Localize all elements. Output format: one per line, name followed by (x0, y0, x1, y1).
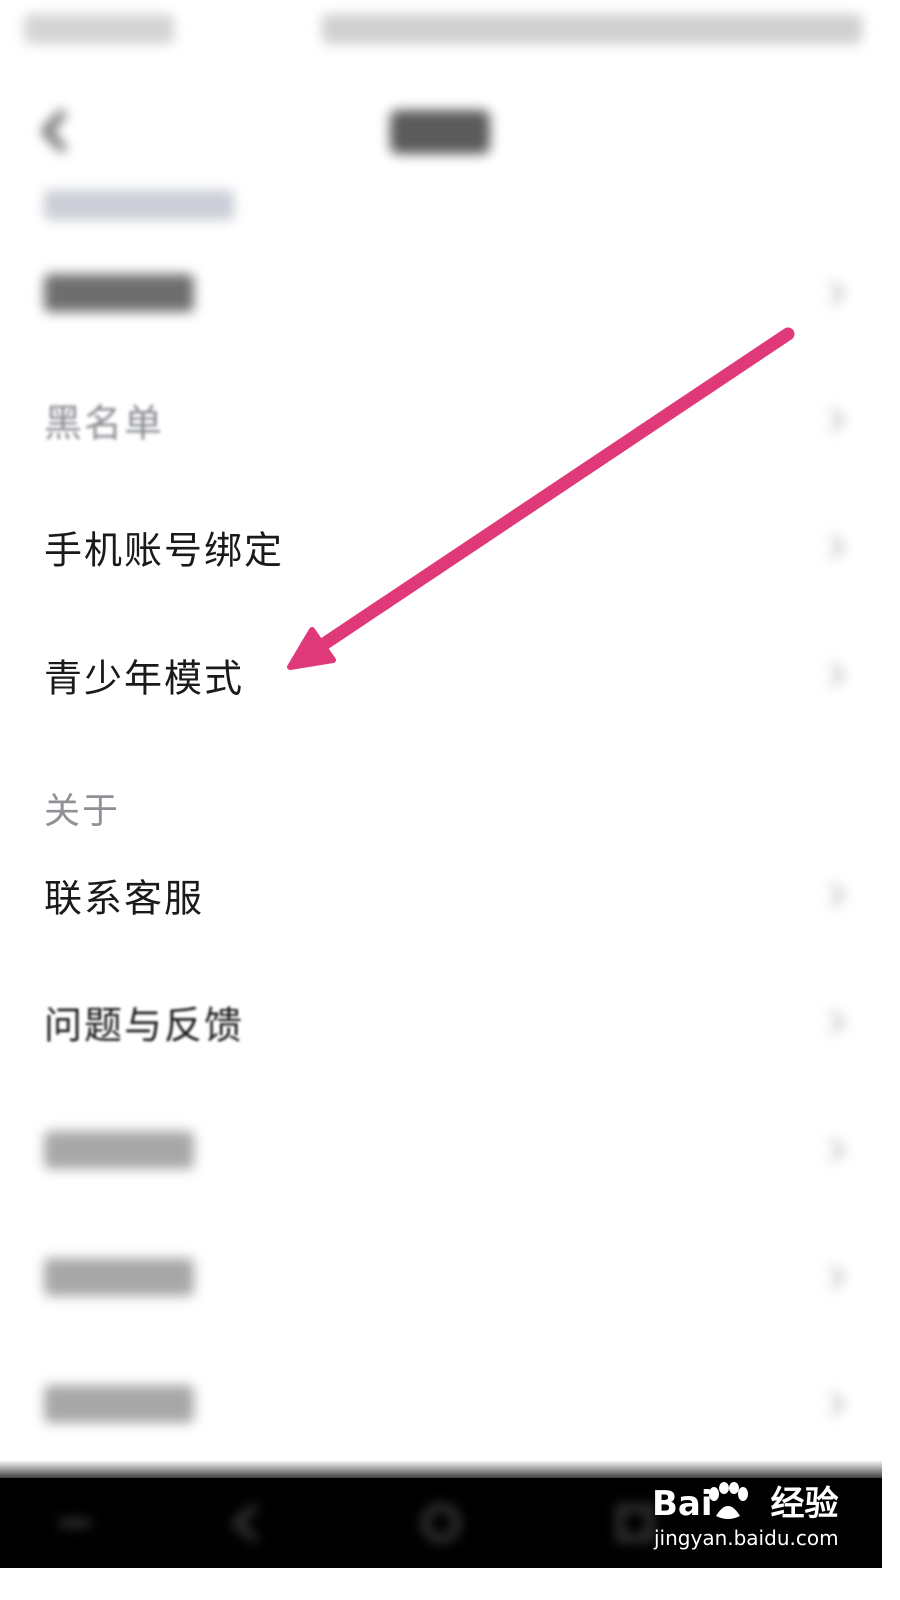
settings-row-community[interactable] (0, 1095, 882, 1205)
page-title (390, 110, 490, 154)
back-arrow-icon[interactable] (36, 106, 76, 156)
menu-icon[interactable] (50, 1498, 100, 1548)
settings-row-blacklist[interactable]: 黑名单 (0, 365, 882, 475)
chevron-right-icon (826, 1262, 848, 1292)
chevron-right-icon (826, 278, 848, 308)
settings-row-privacy-policy[interactable] (0, 1349, 882, 1459)
row-label-blurred (44, 1131, 194, 1169)
settings-row-user-agreement[interactable] (0, 1222, 882, 1332)
settings-row-feedback[interactable]: 问题与反馈 (0, 967, 882, 1077)
annotation-arrow (287, 327, 795, 670)
row-label: 问题与反馈 (44, 1003, 245, 1048)
row-label-blurred (44, 1258, 194, 1296)
watermark-url: jingyan.baidu.com (654, 1526, 839, 1550)
settings-row-teen-mode[interactable]: 青少年模式 (0, 620, 882, 730)
status-bar (0, 0, 882, 60)
chevron-right-icon (826, 880, 848, 910)
chevron-right-icon (826, 1007, 848, 1037)
chevron-right-icon (826, 1389, 848, 1419)
back-icon[interactable] (222, 1498, 272, 1548)
settings-row-privacy[interactable] (0, 238, 882, 348)
row-label: 联系客服 (44, 876, 205, 921)
chevron-right-icon (826, 532, 848, 562)
baidu-watermark: Bai 经验 jingyan.baidu.com (652, 1476, 842, 1556)
baidu-paw-logo (709, 1482, 748, 1519)
section-header-about: 关于 (44, 791, 121, 832)
carrier-info (24, 14, 174, 44)
status-icons (322, 14, 862, 44)
row-label-blurred (44, 1385, 194, 1423)
row-label: 手机账号绑定 (44, 528, 285, 573)
settings-row-phone-binding[interactable]: 手机账号绑定 (0, 492, 882, 602)
home-icon[interactable] (416, 1498, 466, 1548)
settings-row-customer-service[interactable]: 联系客服 (0, 840, 882, 950)
row-label: 黑名单 (44, 401, 165, 446)
section-header-privacy (44, 190, 234, 220)
chevron-right-icon (826, 1135, 848, 1165)
chevron-right-icon (826, 660, 848, 690)
row-label-blurred (44, 274, 194, 312)
chevron-right-icon (826, 405, 848, 435)
header (0, 80, 882, 180)
row-label: 青少年模式 (44, 656, 245, 701)
watermark-brand-right: 经验 (770, 1484, 839, 1524)
